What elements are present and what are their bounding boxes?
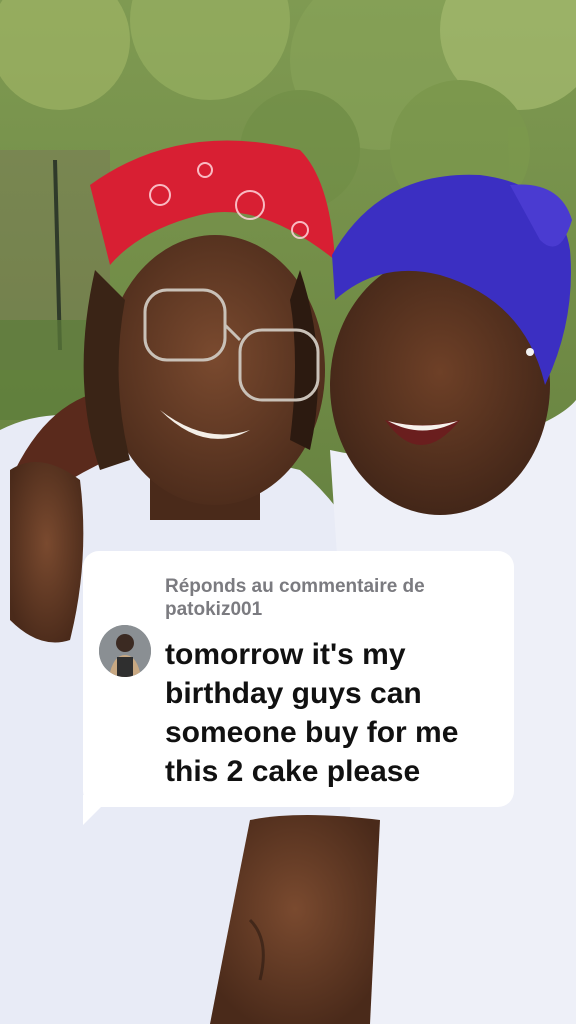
reply-comment-card[interactable]: Réponds au commentaire de patokiz001 tom… <box>83 551 514 807</box>
reply-card-tail <box>83 795 113 825</box>
reply-header-text: Réponds au commentaire de patokiz001 <box>165 576 425 620</box>
background-photo <box>0 0 576 1024</box>
commenter-avatar[interactable] <box>99 625 151 677</box>
avatar-photo-icon <box>99 625 151 677</box>
comment-text: tomorrow it's my birthday guys can someo… <box>165 638 459 788</box>
